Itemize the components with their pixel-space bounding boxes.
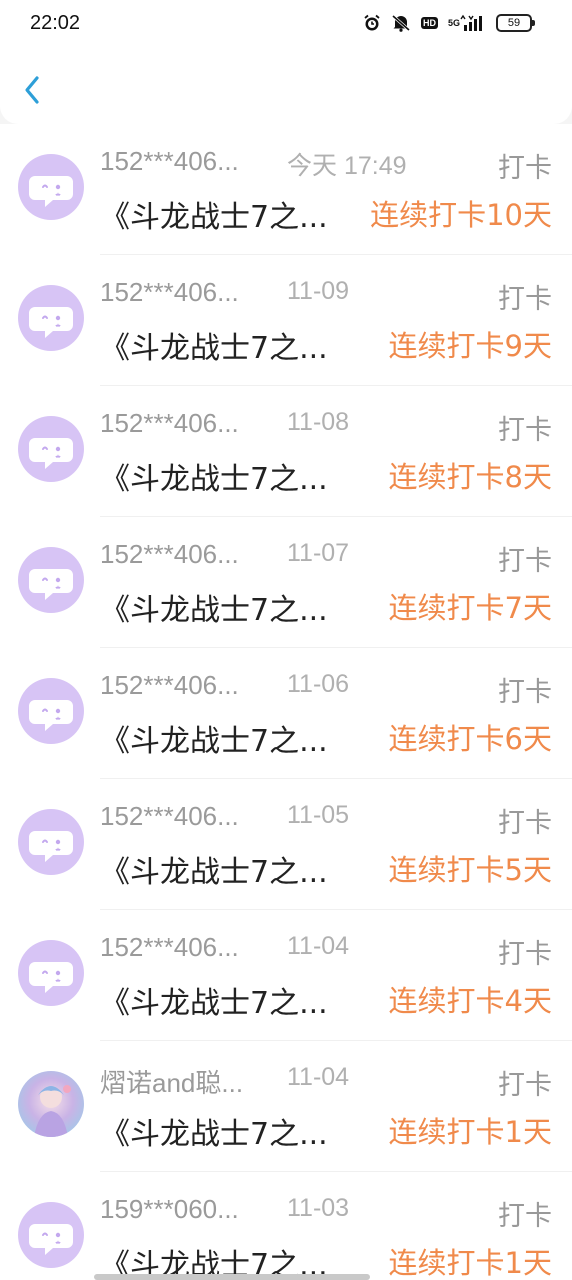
nav-bar [0,50,572,124]
list-item[interactable]: 熠诺and聪... 11-04 打卡《斗龙战士7之... 连续打卡1天 [0,1041,572,1172]
book-title: 《斗龙战士7之... [100,986,328,1021]
streak-label: 连续打卡1天 [388,1246,552,1280]
list-item[interactable]: 152***406... 11-04 打卡《斗龙战士7之... 连续打卡4天 [0,910,572,1041]
chevron-left-icon [25,76,39,104]
checkin-date: 11-05 [287,801,350,829]
user-name[interactable]: 152***406... [100,146,270,177]
streak-label: 连续打卡1天 [388,1115,552,1149]
streak-label: 连续打卡5天 [388,853,552,887]
checkin-date: 11-08 [287,408,350,436]
streak-label: 连续打卡8天 [388,460,552,494]
user-name[interactable]: 熠诺and聪... [100,1063,270,1100]
avatar[interactable] [18,1071,84,1137]
action-label: 打卡 [498,1201,552,1232]
list-item[interactable]: 159***060... 11-03 打卡 《斗龙战士7之... 连续打卡1天 [0,1172,572,1280]
checkin-date: 11-04 [287,1063,350,1091]
user-name[interactable]: 152***406... [100,277,270,308]
list-item[interactable]: 152***406... 11-06 打卡《斗龙战士7之... 连续打卡6天 [0,648,572,779]
list-item[interactable]: 152***406... 11-05 打卡《斗龙战士7之... 连续打卡5天 [0,779,572,910]
action-label: 打卡 [498,284,552,315]
list-item[interactable]: 152***406... 11-08 打卡《斗龙战士7之... 连续打卡8天 [0,386,572,517]
checkin-list: 152***406... 今天 17:49 打卡 《斗龙战士7之... 连续打卡10天 1… [0,124,572,1280]
mute-icon [391,14,411,32]
list-item[interactable]: 152***406... 今天 17:49 打卡《斗龙战士7之... 连续打卡10天 [0,124,572,255]
user-name[interactable]: 152***406... [100,801,270,832]
book-title: 《斗龙战士7之... [100,855,328,890]
default-avatar-icon[interactable] [18,547,84,613]
streak-label: 连续打卡7天 [388,591,552,625]
streak-label: 连续打卡4天 [388,984,552,1018]
default-avatar-icon[interactable] [18,809,84,875]
book-title: 《斗龙战士7之... [100,200,328,235]
user-name[interactable]: 159***060... [100,1194,270,1225]
default-avatar-icon[interactable] [18,285,84,351]
network-type: 5G [447,18,460,28]
action-label: 打卡 [498,808,552,839]
book-title: 《斗龙战士7之... [100,331,328,366]
streak-label: 连续打卡9天 [388,329,552,363]
checkin-date: 今天 17:49 [287,152,407,180]
alarm-icon [363,14,381,32]
back-button[interactable] [14,70,50,110]
checkin-date: 11-03 [287,1194,350,1222]
checkin-date: 11-07 [287,539,350,567]
action-label: 打卡 [498,153,552,184]
default-avatar-icon[interactable] [18,416,84,482]
streak-label: 连续打卡6天 [388,722,552,756]
action-label: 打卡 [498,415,552,446]
user-name[interactable]: 152***406... [100,670,270,701]
checkin-date: 11-04 [287,932,350,960]
action-label: 打卡 [498,1070,552,1101]
default-avatar-icon[interactable] [18,1202,84,1268]
book-title: 《斗龙战士7之... [100,724,328,759]
hd-badge: HD [420,17,438,29]
action-label: 打卡 [498,939,552,970]
checkin-date: 11-09 [287,277,350,305]
status-icons: HD 5G 59 [363,14,535,32]
action-label: 打卡 [498,546,552,577]
list-item[interactable]: 152***406... 11-09 打卡《斗龙战士7之... 连续打卡9天 [0,255,572,386]
streak-label: 连续打卡10天 [370,198,552,232]
list-item[interactable]: 152***406... 11-07 打卡《斗龙战士7之... 连续打卡7天 [0,517,572,648]
home-indicator [94,1274,370,1280]
default-avatar-icon[interactable] [18,154,84,220]
action-label: 打卡 [498,677,552,708]
user-name[interactable]: 152***406... [100,932,270,963]
signal-icon: 5G [448,14,486,32]
user-name[interactable]: 152***406... [100,539,270,570]
status-bar: 22:02 HD 5G 59 [0,0,572,50]
book-title: 《斗龙战士7之... [100,462,328,497]
default-avatar-icon[interactable] [18,678,84,744]
book-title: 《斗龙战士7之... [100,1117,328,1152]
user-name[interactable]: 152***406... [100,408,270,439]
status-time: 22:02 [30,12,81,34]
battery-indicator: 59 [496,14,535,32]
checkin-date: 11-06 [287,670,350,698]
default-avatar-icon[interactable] [18,940,84,1006]
book-title: 《斗龙战士7之... [100,593,328,628]
